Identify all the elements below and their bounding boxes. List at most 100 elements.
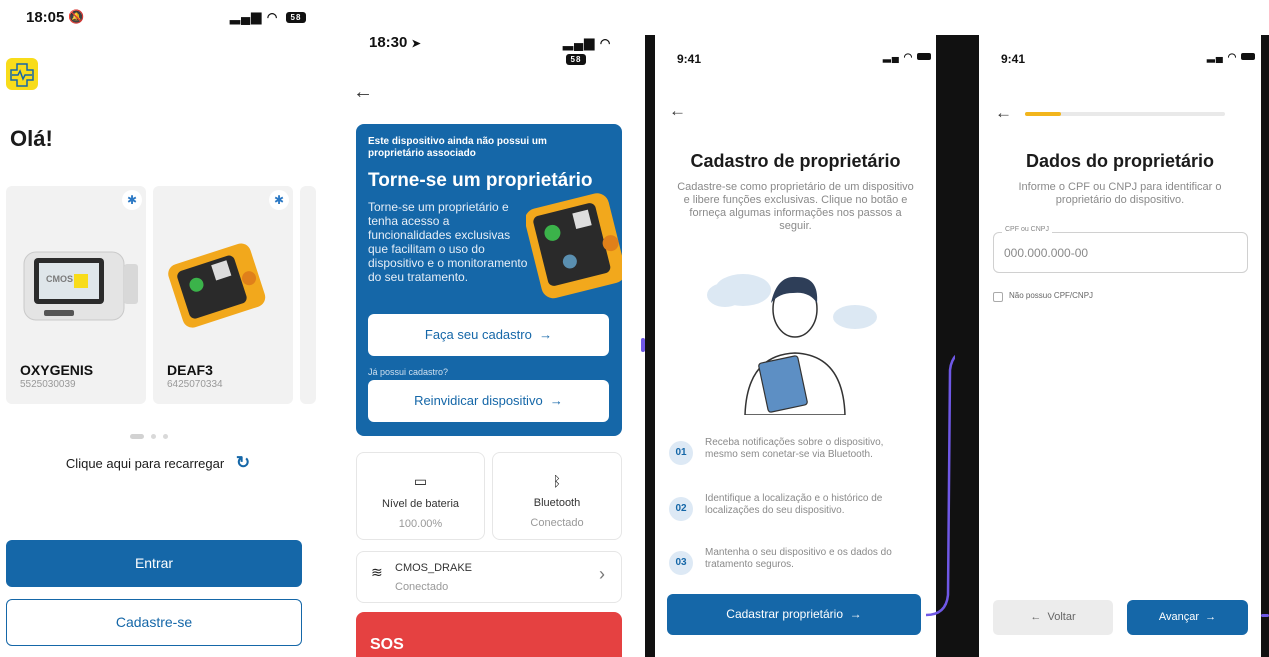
device-card[interactable]: ✱ DEAF3 6425070334 — [153, 186, 293, 404]
claim-device-button[interactable]: Reinvidicar dispositivo → — [368, 380, 609, 422]
step-number: 02 — [669, 497, 693, 521]
step-number: 01 — [669, 441, 693, 465]
arrow-left-icon: ← — [1030, 611, 1048, 623]
arrow-right-icon: → — [546, 393, 563, 408]
status-time-text: 18:30 — [369, 34, 408, 51]
device-image-deaf3 — [168, 243, 266, 328]
step-text: Receba notificações sobre o dispositivo,… — [705, 437, 884, 460]
claim-device-label: Reinvidicar dispositivo — [414, 393, 543, 408]
checkbox[interactable] — [993, 292, 1003, 302]
status-icons: ▂▄▆ ◠ 58 — [230, 9, 306, 25]
checkbox-label: Não possuo CPF/CNPJ — [1009, 291, 1094, 300]
device-card-peek[interactable] — [300, 186, 316, 404]
back-arrow-icon[interactable]: ← — [669, 101, 686, 121]
carousel-pager — [130, 434, 190, 440]
reload-link[interactable]: Clique aqui para recarregar ↻ — [0, 453, 316, 473]
greeting: Olá! — [10, 126, 53, 151]
refresh-icon: ↻ — [235, 453, 251, 472]
status-time: 18:30 ➤ — [369, 34, 421, 51]
progress-bar — [1025, 112, 1225, 116]
bluetooth-value: Conectado — [530, 517, 584, 529]
battery-icon: 58 — [566, 54, 586, 66]
wifi-icon: ◠ — [903, 52, 914, 63]
sos-label: SOS — [370, 636, 404, 653]
defibrillator-image — [526, 193, 622, 299]
hero-text: Torne-se um proprietário e tenha acesso … — [368, 200, 528, 284]
flow-connector — [641, 338, 645, 352]
status-icons: ▂▄▆ ◠ 58 — [563, 35, 637, 66]
arrow-right-icon: → — [535, 327, 553, 342]
device-name: DEAF3 — [167, 362, 213, 378]
battery-value: 100.00% — [398, 518, 443, 530]
battery-tile: ▭ Nível de bateria 100.00% — [356, 452, 485, 540]
step-text: Identifique a localização e o histórico … — [705, 493, 883, 516]
wifi-name: CMOS_DRAKE — [395, 562, 473, 574]
step-item: 01 Receba notificações sobre o dispositi… — [655, 435, 936, 475]
signup-button[interactable]: Cadastre-se — [6, 599, 302, 646]
bluetooth-icon: ✱ — [122, 190, 142, 210]
back-arrow-icon[interactable]: ← — [353, 81, 373, 104]
battery-label: Nível de bateria — [381, 498, 460, 510]
next-label: Avançar — [1158, 611, 1200, 623]
device-screen-label: CMOS — [46, 274, 73, 284]
bluetooth-icon: ✱ — [269, 190, 289, 210]
wifi-icon: ◠ — [266, 10, 279, 24]
arrow-right-icon: → — [1199, 611, 1217, 623]
owner-promo-card: Este dispositivo ainda não possui um pro… — [356, 124, 622, 436]
register-owner-label: Cadastrar proprietário — [726, 607, 844, 621]
chevron-right-icon: › — [599, 564, 605, 584]
already-registered-text: Já possui cadastro? — [368, 367, 449, 377]
signal-icon: ▂▄▆ — [563, 35, 596, 50]
wifi-icon: ◠ — [599, 36, 612, 50]
back-label: Voltar — [1047, 611, 1076, 623]
battery-icon — [1241, 53, 1256, 60]
step-number: 03 — [669, 551, 693, 575]
status-icons: ▂▄ ◠ — [883, 52, 932, 63]
bluetooth-tile: ᛒ Bluetooth Conectado — [492, 452, 622, 540]
reload-text: Clique aqui para recarregar — [65, 456, 225, 471]
battery-icon: 58 — [285, 12, 306, 24]
device-serial: 5525030039 — [20, 379, 76, 390]
device-serial: 6425070334 — [167, 379, 223, 390]
device-image-oxygenis: CMOS — [23, 251, 138, 321]
pager-dot — [163, 434, 168, 439]
signal-icon: ▂▄ — [883, 52, 900, 63]
flow-connector — [1261, 614, 1269, 617]
step-text: Mantenha o seu dispositivo e os dados do… — [705, 547, 892, 570]
owner-illustration — [707, 274, 877, 415]
back-button[interactable]: ← Voltar — [993, 600, 1113, 635]
device-card[interactable]: ✱ CMOS OXYGENIS 5525030039 — [6, 186, 146, 404]
app-logo — [6, 58, 38, 90]
hero-title: Torne-se um proprietário — [368, 170, 593, 191]
hero-notice: Este dispositivo ainda não possui um pro… — [368, 136, 547, 159]
register-owner-button[interactable]: Cadastrar proprietário → — [667, 594, 921, 635]
cpf-cnpj-field[interactable]: CPF ou CNPJ 000.000.000-00 — [993, 226, 1248, 273]
wifi-icon: ◠ — [1227, 52, 1238, 63]
login-button[interactable]: Entrar — [6, 540, 302, 587]
battery-icon — [917, 53, 932, 60]
silent-icon: 🔕 — [68, 9, 85, 24]
field-label: CPF ou CNPJ — [1002, 226, 1052, 233]
bluetooth-label: Bluetooth — [533, 497, 581, 509]
signup-owner-label: Faça seu cadastro — [424, 327, 532, 342]
back-arrow-icon[interactable]: ← — [995, 103, 1012, 123]
status-time: 9:41 — [677, 52, 702, 66]
page-title: Cadastro de proprietário — [690, 151, 901, 171]
signal-icon: ▂▄▆ — [230, 9, 263, 24]
signup-owner-button[interactable]: Faça seu cadastro → — [368, 314, 609, 356]
wifi-icon: ≋ — [371, 564, 383, 580]
progress-fill — [1025, 112, 1061, 116]
screen-owner-signup: 9:41 ▂▄ ◠ ← Cadastro de proprietário Cad… — [655, 35, 936, 657]
page-subtitle: Cadastre-se como proprietário de um disp… — [677, 181, 914, 232]
next-button[interactable]: Avançar → — [1127, 600, 1248, 635]
device-name: OXYGENIS — [20, 362, 94, 378]
screen-welcome: 18:05 🔕 ▂▄▆ ◠ 58 Olá! ✱ CMOS OXYGENIS 55… — [0, 0, 316, 657]
status-time: 18:05 — [26, 9, 65, 26]
wifi-row[interactable]: ≋ CMOS_DRAKE Conectado › — [356, 551, 622, 603]
bluetooth-icon: ᛒ — [552, 473, 562, 489]
step-item: 02 Identifique a localização e o históri… — [655, 491, 936, 531]
sos-button[interactable]: SOS — [356, 612, 622, 657]
field-placeholder: 000.000.000-00 — [1004, 246, 1089, 260]
status-time: 9:41 — [1001, 52, 1026, 66]
step-item: 03 Mantenha o seu dispositivo e os dados… — [655, 545, 936, 585]
